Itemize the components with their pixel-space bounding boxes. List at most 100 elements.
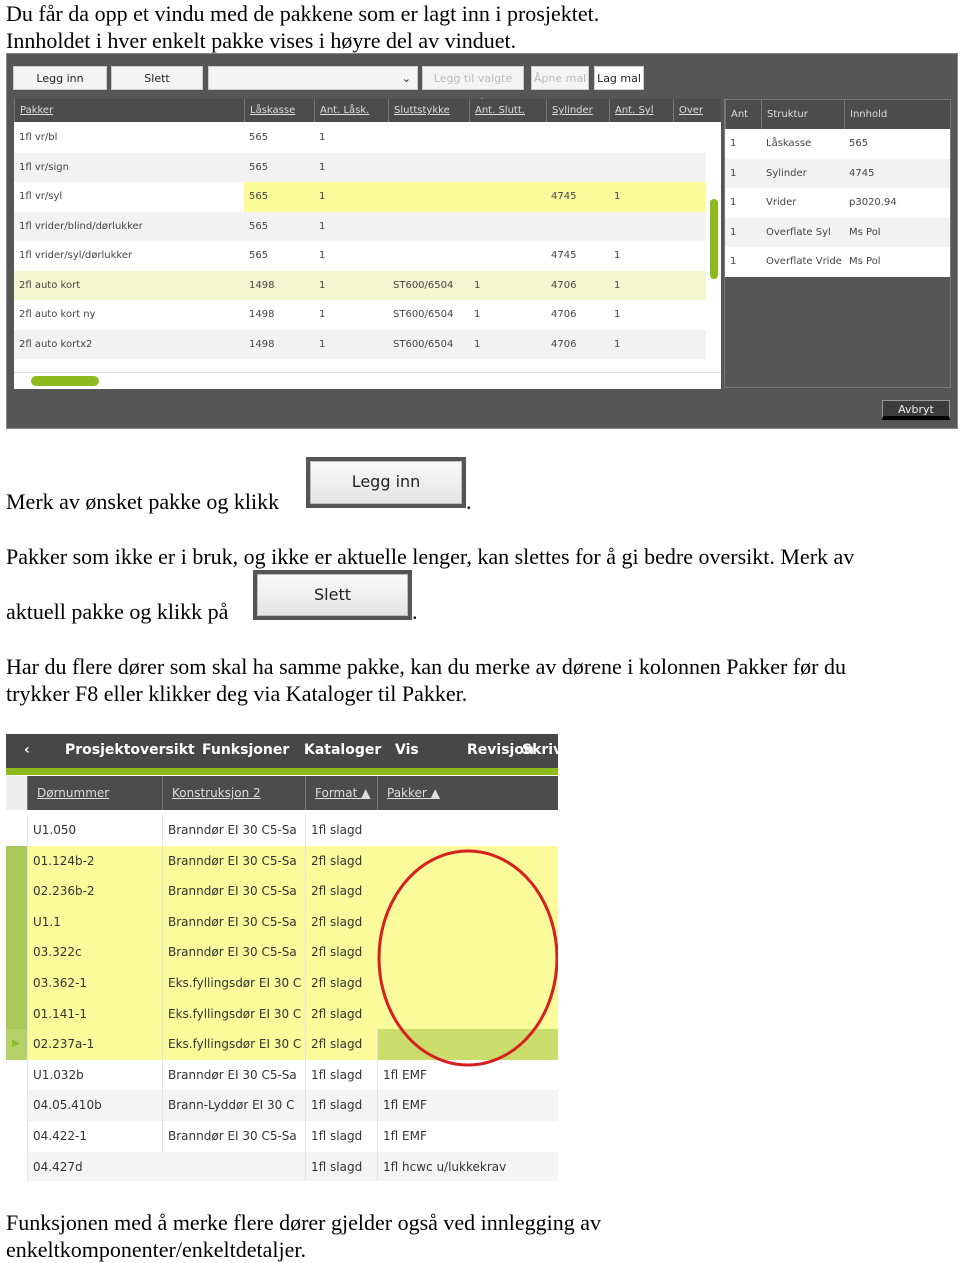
table-cell: ST600/6504 — [393, 338, 454, 350]
table-cell: 1fl vrider/syl/dørlukker — [19, 250, 133, 261]
avbryt-button[interactable]: Avbryt — [882, 400, 950, 420]
slett-label: Slett — [257, 574, 408, 616]
detail-cell: Ms Pol — [849, 256, 881, 267]
detail-cell: p3020.94 — [849, 197, 897, 208]
column-header[interactable]: Ant. Låsk. — [314, 99, 388, 122]
horizontal-scrollbar[interactable] — [14, 372, 721, 389]
package-dialog-screenshot: Legg inn Slett ⌄ Legg til valgte mal Åpn… — [6, 53, 958, 429]
detail-cell: 1 — [730, 197, 737, 208]
detail-row: 1 Overflate Syl Ms Pol — [725, 217, 950, 247]
table-cell: 1 — [319, 220, 326, 232]
table-row[interactable]: 2fl auto kort ny 1498 1 ST600/6504 1 4706 1 — [14, 300, 706, 330]
apne-mal-button[interactable]: Åpne mal — [531, 66, 589, 90]
detail-cell: 4745 — [849, 167, 875, 179]
legg-inn-label: Legg inn — [310, 461, 462, 504]
column-header[interactable]: Låskasse — [244, 99, 314, 122]
table-cell: 1 — [319, 132, 326, 143]
table-row[interactable]: 1fl vr/syl 565 1 4745 1 — [14, 182, 706, 212]
detail-cell: Ms Pol — [849, 226, 881, 238]
para2-line-2: aktuell pakke og klikk på — [6, 599, 229, 624]
detail-row: 1 Overflate Vride Ms Pol — [725, 247, 950, 277]
table-row[interactable]: 1fl vrider/syl/dørlukker 565 1 4745 1 — [14, 241, 706, 271]
table-cell: 4706 — [551, 309, 577, 320]
table-cell: 1fl vr/syl — [14, 182, 244, 212]
table-cell: 2fl auto kortx2 — [19, 338, 93, 350]
table-cell: 1 — [614, 279, 621, 291]
package-detail-table: Ant Struktur Innhold 1 Låskasse 565 1 Sylinder… — [724, 99, 951, 388]
intro-line-1: Du får da opp et vindu med de pakkene so… — [6, 1, 600, 26]
table-cell: 1 — [614, 250, 621, 261]
table-cell: 4745 — [551, 250, 577, 261]
table-row[interactable]: 1fl vr/bl 565 1 — [14, 123, 706, 153]
detail-cell: Sylinder — [766, 167, 807, 179]
column-header[interactable]: Sylinder — [546, 99, 609, 122]
detail-cell: 1 — [730, 226, 737, 238]
column-header[interactable]: Ant. Slutt. — [469, 99, 546, 122]
table-cell: 1 — [319, 279, 326, 291]
slett-button[interactable]: Slett — [111, 66, 203, 90]
table-cell: 2fl auto kort — [19, 279, 81, 291]
legg-inn-button-illustration: Legg inn — [306, 457, 466, 508]
table-cell: 4706 — [551, 338, 577, 350]
table-cell: 1498 — [249, 309, 275, 320]
scroll-thumb[interactable] — [710, 199, 718, 279]
table-cell: 1fl vr/bl — [19, 132, 58, 143]
intro-line-2: Innholdet i hver enkelt pakke vises i hø… — [6, 28, 517, 53]
detail-cell: Overflate Vride — [766, 256, 842, 267]
column-header[interactable]: Sluttstykke — [388, 99, 469, 122]
table-cell: 1 — [614, 338, 621, 350]
column-header[interactable]: Innhold — [844, 100, 950, 129]
lag-mal-button[interactable]: Lag mal — [594, 66, 644, 90]
detail-cell: Vrider — [766, 197, 797, 208]
table-cell: 1fl vrider/blind/dørlukker — [19, 220, 143, 232]
slett-button-illustration: Slett — [253, 570, 412, 620]
para1-period: . — [466, 489, 472, 514]
column-header[interactable]: Over — [673, 99, 706, 122]
detail-cell: Overflate Syl — [766, 226, 831, 238]
package-table: Pakker Låskasse Ant. Låsk. Sluttstykke Ant. … — [14, 99, 721, 389]
scroll-thumb[interactable] — [31, 376, 99, 386]
table-cell: 2fl auto kort ny — [19, 309, 96, 320]
table-cell: 565 — [249, 132, 269, 143]
table-cell: 1498 — [249, 279, 275, 291]
table-cell: 565 — [249, 220, 269, 232]
column-header[interactable]: Pakker — [14, 99, 244, 122]
outro-line-1: Funksjonen med å merke flere dører gjeld… — [6, 1210, 602, 1235]
table-cell: 1 — [319, 161, 326, 173]
table-cell: 1 — [319, 191, 326, 202]
detail-cell: 1 — [730, 138, 737, 149]
column-header[interactable]: Struktur — [761, 100, 844, 129]
detail-cell: 1 — [730, 256, 737, 267]
table-cell: 1 — [319, 309, 326, 320]
vertical-scrollbar[interactable] — [706, 123, 721, 373]
table-row[interactable]: 2fl auto kort 1498 1 ST600/6504 1 4706 1 — [14, 270, 706, 300]
table-cell: 1 — [614, 309, 621, 320]
para3-line-2: trykker F8 eller klikker deg via Katalog… — [6, 681, 468, 706]
template-dropdown[interactable]: ⌄ — [208, 66, 418, 90]
table-cell: 1fl vr/sign — [19, 161, 69, 173]
table-cell: 565 — [249, 250, 269, 261]
detail-cell: 565 — [849, 138, 869, 149]
table-cell: 4706 — [551, 279, 577, 291]
chevron-down-icon: ⌄ — [401, 72, 411, 85]
table-cell: 1 — [474, 279, 481, 291]
table-cell: 1498 — [249, 338, 275, 350]
detail-cell: 1 — [730, 167, 737, 179]
legg-til-valgte-mal-button[interactable]: Legg til valgte mal — [422, 66, 524, 109]
table-cell: 1 — [474, 309, 481, 320]
table-row[interactable]: 1fl vr/sign 565 1 — [14, 152, 706, 182]
legg-inn-button[interactable]: Legg inn — [13, 66, 107, 90]
detail-row: 1 Sylinder 4745 — [725, 158, 950, 188]
column-header[interactable]: Ant. Syl — [609, 99, 673, 122]
table-row[interactable]: 2fl auto kortx2 1498 1 ST600/6504 1 4706 1 — [14, 329, 706, 359]
table-cell: 4745 — [551, 191, 577, 202]
column-header[interactable]: Ant — [725, 100, 761, 129]
para1-text: Merk av ønsket pakke og klikk — [6, 489, 280, 514]
table-cell: ST600/6504 — [393, 309, 454, 320]
table-row[interactable]: 1fl vrider/blind/dørlukker 565 1 — [14, 211, 706, 241]
detail-row: 1 Låskasse 565 — [725, 129, 950, 159]
outro-line-2: enkeltkomponenter/enkeltdetaljer. — [6, 1237, 306, 1262]
para3-line-1: Har du flere dører som skal ha samme pak… — [6, 654, 846, 679]
detail-row: 1 Vrider p3020.94 — [725, 188, 950, 218]
table-cell: 1 — [319, 338, 326, 350]
